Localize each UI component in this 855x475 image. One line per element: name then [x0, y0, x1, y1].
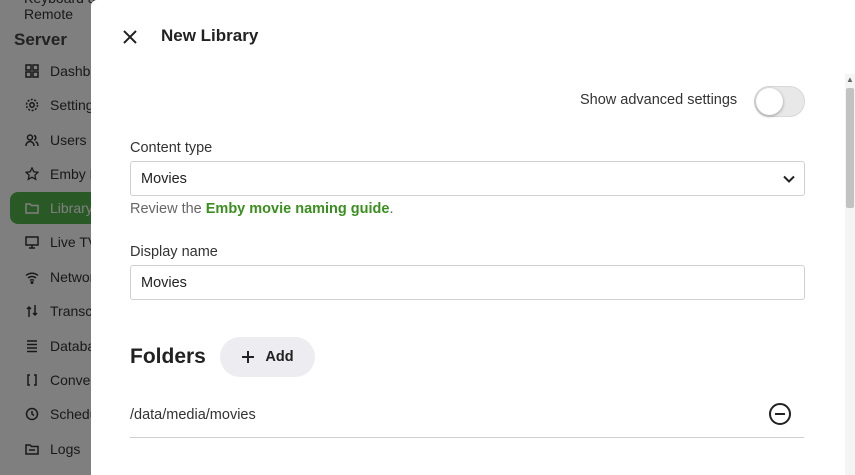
folders-heading: Folders — [130, 345, 206, 368]
close-button[interactable] — [119, 26, 141, 48]
naming-guide-helper: Review the Emby movie naming guide. — [130, 201, 394, 217]
content-type-select[interactable]: Movies — [130, 161, 805, 196]
scroll-up-icon[interactable]: ▲ — [846, 76, 854, 84]
dialog-title: New Library — [161, 26, 259, 45]
toggle-knob — [756, 88, 783, 115]
dialog-scrollbar[interactable]: ▲ — [845, 74, 855, 475]
add-folder-label: Add — [265, 349, 294, 365]
remove-circle-icon[interactable] — [768, 402, 792, 426]
plus-icon — [241, 350, 255, 364]
display-name-value: Movies — [141, 274, 187, 291]
display-name-input[interactable]: Movies — [130, 265, 805, 300]
add-folder-button[interactable]: Add — [220, 337, 315, 377]
scroll-thumb[interactable] — [846, 88, 854, 208]
helper-prefix: Review the — [130, 201, 206, 217]
close-icon — [123, 30, 137, 44]
display-name-label: Display name — [130, 244, 218, 260]
chevron-down-icon — [783, 175, 795, 183]
helper-suffix: . — [389, 201, 394, 217]
naming-guide-link[interactable]: Emby movie naming guide — [206, 201, 390, 217]
folder-path: /data/media/movies — [130, 406, 256, 423]
advanced-settings-toggle[interactable] — [754, 86, 805, 117]
new-library-dialog: New Library Show advanced settings Conte… — [91, 0, 855, 475]
content-type-value: Movies — [141, 170, 187, 187]
folder-list-item: /data/media/movies — [130, 392, 804, 438]
advanced-settings-label: Show advanced settings — [580, 92, 738, 108]
content-type-label: Content type — [130, 140, 213, 156]
